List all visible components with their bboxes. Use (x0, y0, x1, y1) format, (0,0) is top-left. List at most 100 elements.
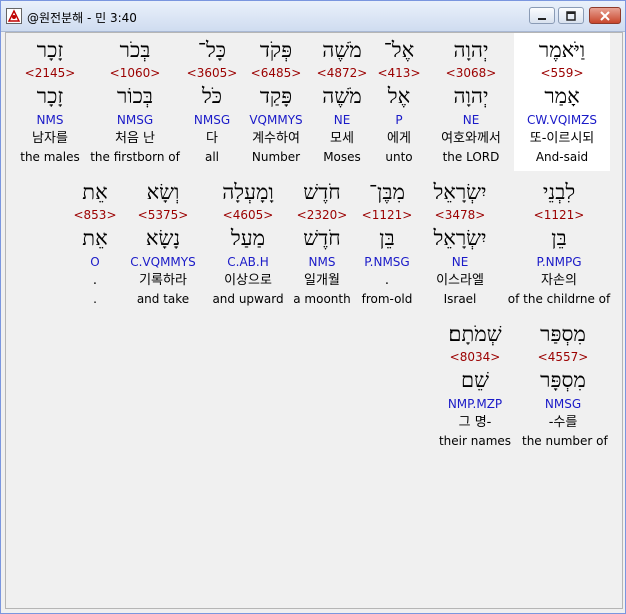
word-cell[interactable]: פְּקֹד <6485> פָּקַד VQMMYS 계수하여 Number (242, 33, 310, 171)
strong-number[interactable]: <1060> (88, 66, 182, 80)
hebrew-word: יְהוָה (453, 38, 489, 62)
hebrew-lemma: מַעַל (230, 226, 266, 250)
strong-number[interactable]: <5375> (120, 208, 206, 222)
hebrew-lemma: כֹּל (201, 84, 223, 108)
hebrew-word: אֵת (82, 180, 108, 204)
word-cell[interactable]: מִסְפַּר <4557> מִסְפָּר NMSG -수를 the nu… (522, 317, 608, 455)
hebrew-lemma: בְּכוֹר (116, 84, 154, 108)
strong-number[interactable]: <4872> (312, 66, 372, 80)
korean-gloss: . (384, 273, 390, 288)
morph-code: NMS (36, 113, 64, 127)
maximize-button[interactable] (558, 7, 584, 24)
english-gloss: Moses (323, 150, 361, 164)
korean-gloss: 또-이르시되 (529, 131, 595, 146)
korean-gloss: 이상으로 (224, 273, 272, 288)
english-gloss: all (204, 150, 220, 164)
english-gloss: their names (438, 434, 512, 448)
korean-gloss: 남자를 (32, 131, 68, 146)
word-cell[interactable]: מִבֶּן־ <1121> בֵּן P.NMSG . from-old (356, 175, 418, 313)
morph-code: P (395, 113, 403, 127)
morph-code: P.NMPG (536, 255, 582, 269)
word-cell[interactable]: אֵת <853> אֵת O . . (72, 175, 118, 313)
hebrew-word: לִבְנֵי (542, 180, 576, 204)
word-cell[interactable]: זָכָר <2145> זָכָר NMS 남자를 the males (14, 33, 86, 171)
korean-gloss: 계수하여 (252, 131, 300, 146)
english-gloss: and take (136, 292, 190, 306)
hebrew-word: שְׁמֹתָם׃ (448, 322, 502, 346)
english-gloss: And-said (535, 150, 589, 164)
word-cell[interactable]: שְׁמֹתָם׃ <8034> שֵׁם NMP.MZP 그 명- their… (434, 317, 516, 455)
hebrew-lemma: מֹשֶׁה (322, 84, 362, 108)
strong-number[interactable]: <6485> (242, 66, 310, 80)
english-gloss: . (93, 292, 97, 306)
hebrew-word: מִבֶּן־ (369, 180, 405, 204)
title-bar[interactable]: @원전분해 - 민 3:40 (1, 1, 625, 32)
hebrew-word: כָּל־ (197, 38, 227, 62)
hebrew-word: וַיֹּאמֶר (538, 38, 586, 62)
close-button[interactable] (589, 7, 621, 24)
english-gloss: a moonth (293, 292, 351, 306)
word-cell[interactable]: אֶל־ <413> אֶל P 에게 unto (374, 33, 424, 171)
morph-code: NMS (308, 255, 336, 269)
korean-gloss: 그 명- (458, 415, 492, 430)
strong-number[interactable]: <3605> (184, 66, 240, 80)
hebrew-word: זָכָר (36, 38, 64, 62)
strong-number[interactable]: <1121> (506, 208, 612, 222)
word-cell[interactable]: וָמָעְלָה <4605> מַעַל C.AB.H 이상으로 and u… (208, 175, 288, 313)
english-gloss: and upward (212, 292, 284, 306)
morph-code: NE (333, 113, 351, 127)
word-cell[interactable]: חֹדֶשׁ <2320> חֹדֶשׁ NMS 일개월 a moonth (290, 175, 354, 313)
english-gloss: Number (251, 150, 301, 164)
strong-number[interactable]: <3068> (426, 66, 516, 80)
korean-gloss: . (92, 273, 98, 288)
hebrew-lemma: פָּקַד (259, 84, 293, 108)
word-cell[interactable]: וַיֹּאמֶר <559> אָמַר CW.VQIMZS 또-이르시되 A… (514, 33, 610, 171)
strong-number[interactable]: <2145> (14, 66, 86, 80)
compass-icon[interactable] (6, 8, 22, 24)
strong-number[interactable]: <1121> (356, 208, 418, 222)
strong-number[interactable]: <3478> (420, 208, 500, 222)
korean-gloss: 처음 난 (114, 131, 155, 146)
korean-gloss: -수를 (548, 415, 578, 430)
hebrew-lemma: אֵת (82, 226, 108, 250)
morph-code: NMSG (544, 397, 582, 411)
word-cell[interactable]: מֹשֶׁה <4872> מֹשֶׁה NE 모세 Moses (312, 33, 372, 171)
hebrew-lemma: יִשְׂרָאֵל (433, 226, 487, 250)
morph-code: CW.VQIMZS (526, 113, 598, 127)
strong-number[interactable]: <853> (72, 208, 118, 222)
hebrew-lemma: בֵּן (551, 226, 567, 250)
morph-code: C.AB.H (227, 255, 269, 269)
strong-number[interactable]: <413> (374, 66, 424, 80)
strong-number[interactable]: <4557> (522, 350, 604, 364)
word-cell[interactable]: כָּל־ <3605> כֹּל NMSG 다 all (184, 33, 240, 171)
morph-code: NE (451, 255, 469, 269)
korean-gloss: 일개월 (304, 273, 340, 288)
app-window: @원전분해 - 민 3:40 וַיֹּאמֶר <559> אָמַר CW.… (0, 0, 626, 614)
minimize-button[interactable] (529, 7, 555, 24)
hebrew-lemma: חֹדֶשׁ (303, 226, 341, 250)
hebrew-word: מִסְפַּר (540, 322, 586, 346)
word-analysis-panel[interactable]: וַיֹּאמֶר <559> אָמַר CW.VQIMZS 또-이르시되 A… (5, 32, 623, 609)
hebrew-lemma: אָמַר (544, 84, 580, 108)
hebrew-lemma: יְהוָה (453, 84, 489, 108)
korean-gloss: 기록하라 (139, 273, 187, 288)
english-gloss: unto (385, 150, 413, 164)
hebrew-lemma: שֵׁם (461, 368, 489, 392)
strong-number[interactable]: <559> (514, 66, 610, 80)
word-cell[interactable]: יְהוָה <3068> יְהוָה NE 여호와께서 the LORD (426, 33, 516, 171)
strong-number[interactable]: <2320> (290, 208, 354, 222)
english-gloss: the firstborn of (90, 150, 180, 164)
hebrew-lemma: מִסְפָּר (540, 368, 586, 392)
english-gloss: from-old (361, 292, 413, 306)
hebrew-word: בְּכֹר (119, 38, 151, 62)
word-cell[interactable]: יִשְׂרָאֵל <3478> יִשְׂרָאֵל NE 이스라엘 Isr… (420, 175, 500, 313)
strong-number[interactable]: <4605> (208, 208, 288, 222)
morph-code: VQMMYS (249, 113, 303, 127)
morph-code: O (90, 255, 100, 269)
close-icon (600, 10, 610, 21)
strong-number[interactable]: <8034> (434, 350, 516, 364)
minimize-icon (538, 17, 546, 20)
word-cell[interactable]: בְּכֹר <1060> בְּכוֹר NMSG 처음 난 the firs… (88, 33, 182, 171)
word-cell[interactable]: וְשָׂא <5375> נָשָׂא C.VQMMYS 기록하라 and t… (120, 175, 206, 313)
word-cell[interactable]: לִבְנֵי <1121> בֵּן P.NMPG 자손의 of the ch… (506, 175, 612, 313)
